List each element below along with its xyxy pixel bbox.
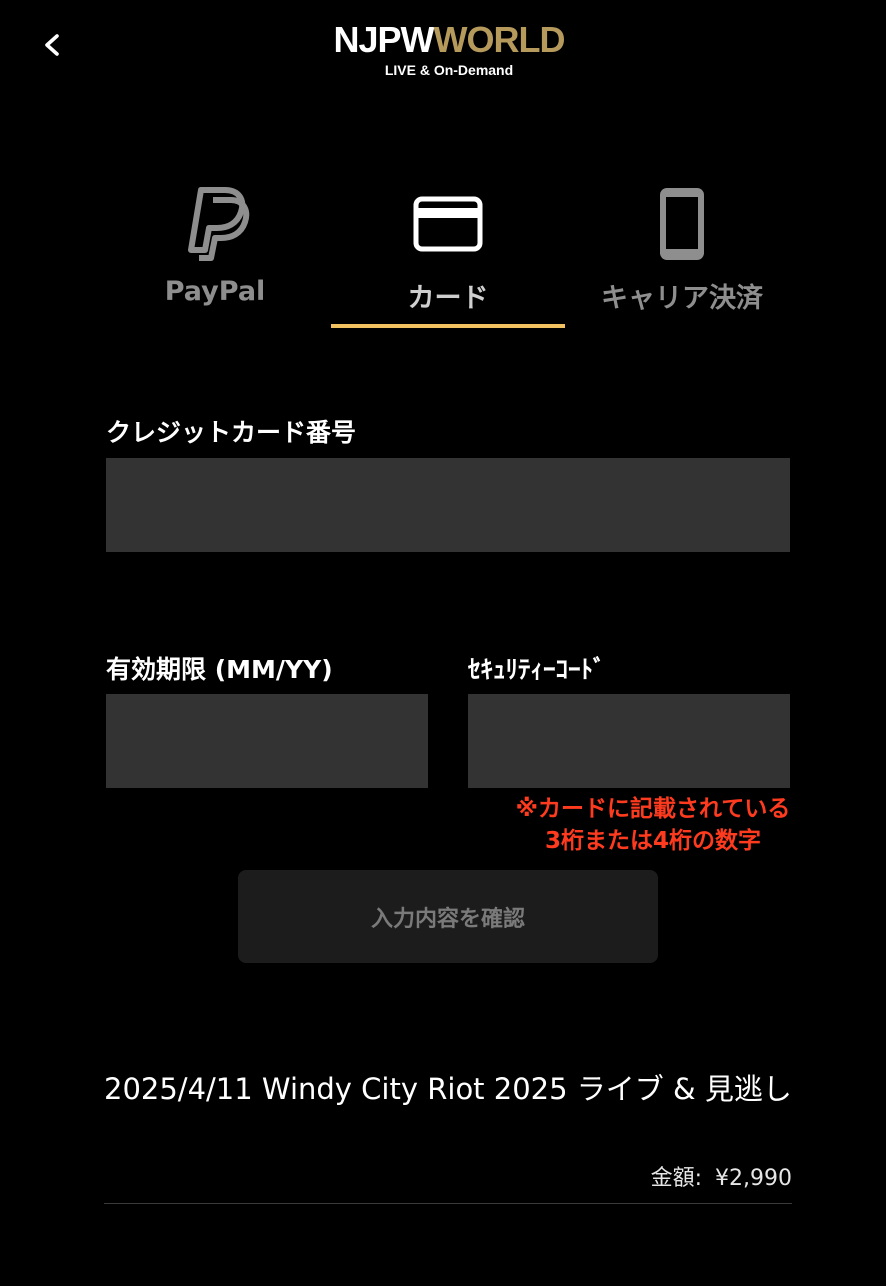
- tab-label: キャリア決済: [601, 283, 763, 314]
- security-code-note-line2: 3桁または4桁の数字: [544, 828, 761, 854]
- back-button[interactable]: [36, 28, 70, 62]
- divider: [104, 1203, 792, 1204]
- confirm-input-button[interactable]: 入力内容を確認: [238, 870, 658, 963]
- security-code-label: ｾｷｭﾘﾃｨｰｺｰﾄﾞ: [468, 655, 606, 684]
- price-value: ¥2,990: [715, 1166, 792, 1191]
- logo-tagline: LIVE & On-Demand: [384, 62, 514, 78]
- smartphone-icon: [660, 188, 704, 260]
- njpw-world-logo[interactable]: NJPWWORLD LIVE & On-Demand: [313, 20, 585, 84]
- active-tab-indicator: [331, 324, 565, 328]
- chevron-left-icon: [45, 34, 59, 56]
- paypal-icon: [188, 187, 250, 261]
- tab-carrier-billing[interactable]: キャリア決済: [565, 176, 799, 328]
- tab-paypal[interactable]: PayPal: [98, 176, 332, 328]
- security-code-input[interactable]: [468, 694, 790, 788]
- card-number-label: クレジットカード番号: [106, 418, 357, 447]
- expiry-input[interactable]: [106, 694, 428, 788]
- header: NJPWWORLD LIVE & On-Demand: [0, 0, 886, 100]
- tab-card[interactable]: カード: [331, 176, 565, 328]
- card-number-input[interactable]: [106, 458, 790, 552]
- security-code-note-line1: ※カードに記載されている: [515, 796, 791, 822]
- tab-label: カード: [407, 283, 489, 314]
- product-title: 2025/4/11 Windy City Riot 2025 ライブ & 見逃し: [104, 1072, 792, 1106]
- tab-label: PayPal: [164, 276, 266, 307]
- expiry-label: 有効期限 (MM/YY): [106, 655, 333, 684]
- price-label: 金額:: [650, 1166, 703, 1191]
- payment-method-tabs: PayPal カード キャリア決済: [98, 176, 798, 328]
- price: 金額: ¥2,990: [651, 1160, 792, 1192]
- logo-wordmark: NJPWWORLD: [333, 19, 566, 60]
- credit-card-icon: [413, 196, 483, 252]
- security-code-note: ※カードに記載されている 3桁または4桁の数字: [468, 793, 838, 857]
